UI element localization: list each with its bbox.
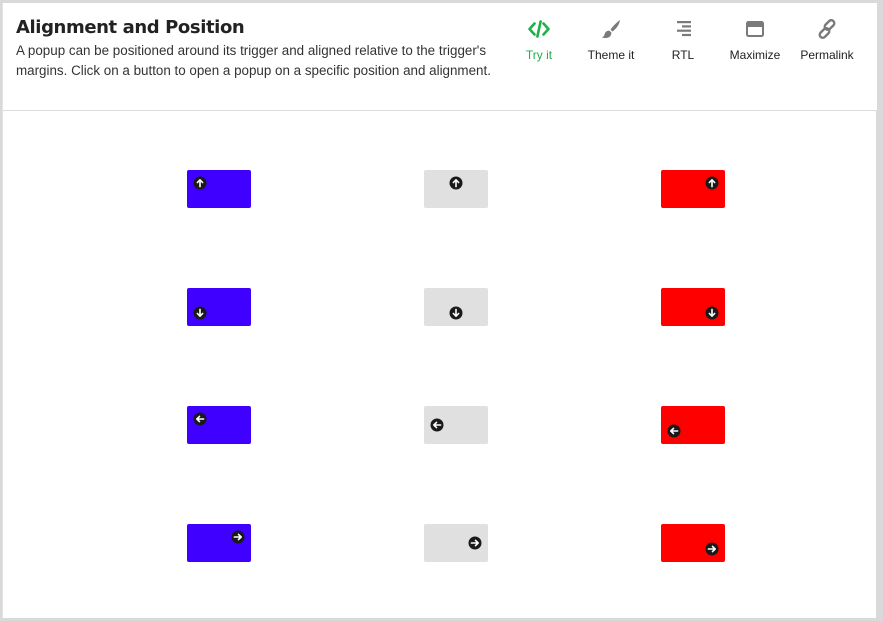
maximize-button[interactable]: Maximize (717, 17, 793, 67)
popup-button-left-top[interactable] (187, 406, 251, 444)
arrow-up-icon (193, 176, 207, 190)
popup-demo-area (3, 112, 877, 618)
toolbar: Try it Theme it RTL Maximize Permalink (3, 17, 877, 67)
permalink-button[interactable]: Permalink (789, 17, 865, 67)
align-right-icon (677, 21, 691, 37)
try-it-button[interactable]: Try it (501, 17, 577, 67)
popup-button-left-middle[interactable] (424, 406, 488, 444)
arrow-left-icon (667, 424, 681, 438)
popup-button-right-top[interactable] (187, 524, 251, 562)
arrow-up-icon (705, 176, 719, 190)
arrow-down-icon (705, 306, 719, 320)
try-it-label: Try it (525, 48, 553, 62)
popup-button-up-right[interactable] (661, 170, 725, 208)
popup-button-right-bottom[interactable] (661, 524, 725, 562)
arrow-left-icon (430, 418, 444, 432)
popup-button-up-center[interactable] (424, 170, 488, 208)
code-icon (528, 20, 550, 38)
rtl-label: RTL (671, 48, 695, 62)
popup-button-left-bottom[interactable] (661, 406, 725, 444)
arrow-down-icon (193, 306, 207, 320)
rtl-button[interactable]: RTL (645, 17, 721, 67)
arrow-down-icon (449, 306, 463, 320)
popup-button-down-center[interactable] (424, 288, 488, 326)
arrow-right-icon (705, 542, 719, 556)
demo-frame: Alignment and Position A popup can be po… (2, 3, 877, 618)
window-icon (746, 21, 764, 37)
maximize-label: Maximize (729, 48, 781, 62)
theme-it-label: Theme it (587, 48, 635, 62)
arrow-up-icon (449, 176, 463, 190)
permalink-label: Permalink (800, 48, 854, 62)
arrow-right-icon (468, 536, 482, 550)
link-icon (818, 19, 836, 39)
popup-button-up-left[interactable] (187, 170, 251, 208)
theme-it-button[interactable]: Theme it (573, 17, 649, 67)
demo-header: Alignment and Position A popup can be po… (3, 3, 877, 111)
popup-button-right-middle[interactable] (424, 524, 488, 562)
arrow-right-icon (231, 530, 245, 544)
popup-button-down-left[interactable] (187, 288, 251, 326)
arrow-left-icon (193, 412, 207, 426)
popup-button-down-right[interactable] (661, 288, 725, 326)
brush-icon (602, 20, 620, 39)
